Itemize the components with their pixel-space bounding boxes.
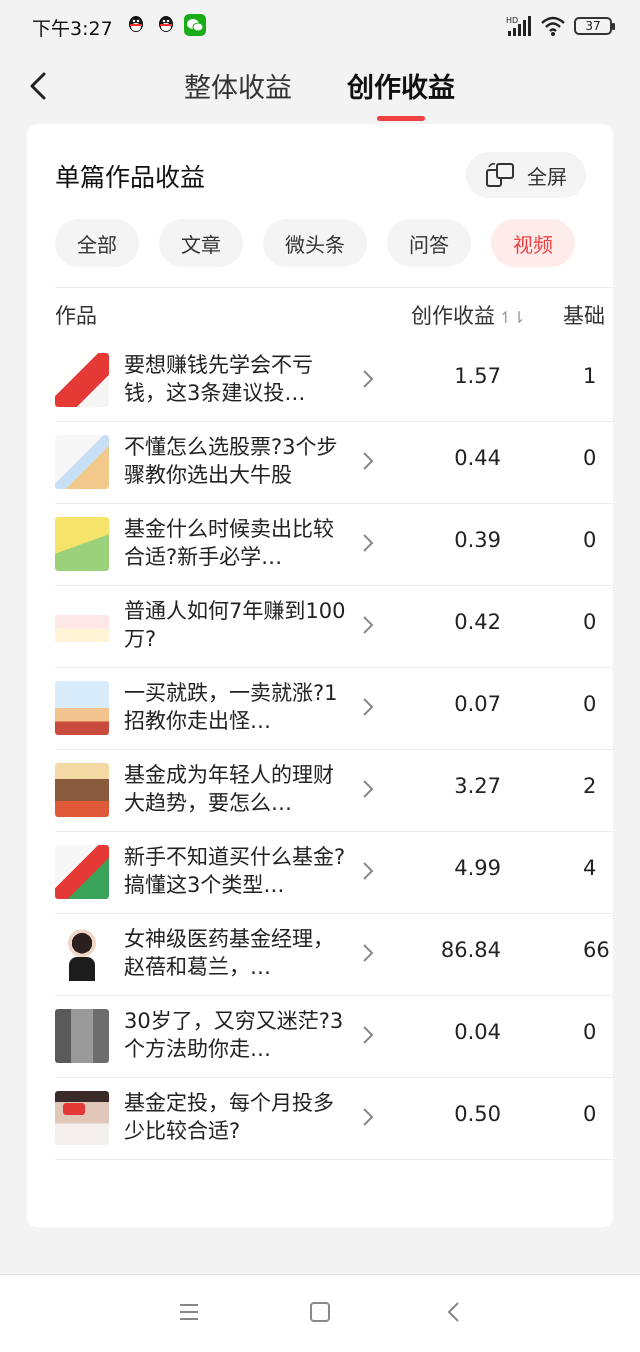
filter-article[interactable]: 文章: [159, 219, 243, 267]
row-creative-earnings: 86.84: [440, 938, 501, 962]
table-row[interactable]: 普通人如何7年赚到100万? 0.42 0: [55, 586, 613, 668]
row-creative-earnings: 4.99: [454, 856, 501, 880]
video-thumbnail: [55, 927, 109, 981]
row-title: 要想赚钱先学会不亏钱，这3条建议投…: [124, 353, 313, 405]
chevron-right-icon: [363, 1026, 374, 1044]
table-row[interactable]: 基金什么时候卖出比较合适?新手必学… 0.39 0: [55, 504, 613, 586]
status-time: 下午3:27: [32, 18, 113, 40]
qq-icon: [159, 16, 173, 32]
video-thumbnail: [55, 599, 109, 653]
table-header: 作品 创作收益 ↿⇂ 基础: [55, 287, 613, 340]
row-title: 基金什么时候卖出比较合适?新手必学…: [124, 517, 334, 569]
tab-overall-earnings[interactable]: 整体收益: [184, 66, 292, 105]
home-square-icon[interactable]: [309, 1301, 331, 1323]
sort-icon: ↿⇂: [499, 308, 526, 327]
table-row[interactable]: 要想赚钱先学会不亏钱，这3条建议投… 1.57 1: [55, 340, 613, 422]
battery-indicator: 37: [574, 17, 615, 35]
table-row[interactable]: 不懂怎么选股票?3个步骤教你选出大牛股 0.44 0: [55, 422, 613, 504]
row-title: 基金定投，每个月投多少比较合适?: [124, 1091, 334, 1143]
column-header-work: 作品: [55, 304, 97, 328]
fullscreen-button[interactable]: 全屏: [466, 152, 586, 198]
row-base-earnings: 0: [583, 528, 597, 552]
row-base-earnings: 0: [583, 692, 597, 716]
table-row[interactable]: 30岁了，又穷又迷茫?3个方法助你走… 0.04 0: [55, 996, 613, 1078]
header: 整体收益 创作收益: [0, 52, 640, 122]
chevron-right-icon: [363, 862, 374, 880]
chevron-right-icon: [363, 780, 374, 798]
video-thumbnail: [55, 845, 109, 899]
row-title: 一买就跌，一卖就涨?1招教你走出怪…: [124, 681, 338, 733]
row-creative-earnings: 0.39: [454, 528, 501, 552]
row-base-earnings: 2: [583, 774, 597, 798]
chevron-right-icon: [363, 534, 374, 552]
fullscreen-label: 全屏: [527, 164, 567, 189]
row-creative-earnings: 0.07: [454, 692, 501, 716]
qq-icon: [129, 16, 143, 32]
tab-creative-earnings[interactable]: 创作收益: [347, 66, 455, 105]
chevron-right-icon: [363, 698, 374, 716]
row-title: 30岁了，又穷又迷茫?3个方法助你走…: [124, 1009, 344, 1061]
chevron-right-icon: [363, 616, 374, 634]
row-creative-earnings: 0.50: [454, 1102, 501, 1126]
system-navigation-bar: [0, 1274, 640, 1352]
wechat-icon: [184, 14, 206, 36]
row-title: 女神级医药基金经理，赵蓓和葛兰，…: [124, 927, 334, 979]
row-base-earnings: 0: [583, 1020, 597, 1044]
row-creative-earnings: 0.44: [454, 446, 501, 470]
system-back-icon[interactable]: [446, 1301, 462, 1323]
row-title: 基金成为年轻人的理财大趋势，要怎么…: [124, 763, 334, 815]
row-creative-earnings: 1.57: [454, 364, 501, 388]
table-row[interactable]: 一买就跌，一卖就涨?1招教你走出怪… 0.07 0: [55, 668, 613, 750]
menu-icon[interactable]: [178, 1301, 200, 1323]
table-row[interactable]: 基金定投，每个月投多少比较合适? 0.50 0: [55, 1078, 613, 1160]
row-base-earnings: 0: [583, 610, 597, 634]
row-base-earnings: 0: [583, 446, 597, 470]
row-base-earnings: 66: [583, 938, 610, 962]
video-thumbnail: [55, 763, 109, 817]
table-row[interactable]: 女神级医药基金经理，赵蓓和葛兰，… 86.84 66: [55, 914, 613, 996]
row-base-earnings: 0: [583, 1102, 597, 1126]
video-thumbnail: [55, 1091, 109, 1145]
filter-chips: 全部 文章 微头条 问答 视频: [55, 219, 575, 267]
chevron-right-icon: [363, 370, 374, 388]
signal-icon: HD: [506, 16, 531, 36]
row-base-earnings: 4: [583, 856, 597, 880]
fullscreen-rotate-icon: [486, 163, 514, 187]
filter-video[interactable]: 视频: [491, 219, 575, 267]
chevron-right-icon: [363, 1108, 374, 1126]
filter-qa[interactable]: 问答: [387, 219, 471, 267]
video-thumbnail: [55, 1009, 109, 1063]
video-thumbnail: [55, 435, 109, 489]
row-creative-earnings: 3.27: [454, 774, 501, 798]
filter-all[interactable]: 全部: [55, 219, 139, 267]
chevron-right-icon: [363, 944, 374, 962]
wifi-icon: [541, 16, 565, 36]
column-header-creative-label: 创作收益: [411, 304, 495, 328]
filter-micro-post[interactable]: 微头条: [263, 219, 367, 267]
row-creative-earnings: 0.04: [454, 1020, 501, 1044]
video-thumbnail: [55, 353, 109, 407]
earnings-card: 单篇作品收益 全屏 全部 文章 微头条 问答 视频 作品 创作收益 ↿⇂ 基础 要…: [27, 124, 613, 1227]
back-arrow-icon[interactable]: [26, 68, 54, 104]
chevron-right-icon: [363, 452, 374, 470]
row-title: 不懂怎么选股票?3个步骤教你选出大牛股: [124, 435, 338, 487]
row-creative-earnings: 0.42: [454, 610, 501, 634]
card-title: 单篇作品收益: [55, 163, 206, 192]
table-row[interactable]: 基金成为年轻人的理财大趋势，要怎么… 3.27 2: [55, 750, 613, 832]
svg-text:HD: HD: [506, 16, 518, 25]
row-base-earnings: 1: [583, 364, 597, 388]
row-title: 新手不知道买什么基金?搞懂这3个类型…: [124, 845, 346, 897]
column-header-creative-earnings[interactable]: 创作收益 ↿⇂: [411, 300, 526, 330]
column-header-base-earnings: 基础: [563, 304, 605, 328]
row-title: 普通人如何7年赚到100万?: [124, 599, 346, 651]
table-row[interactable]: 新手不知道买什么基金?搞懂这3个类型… 4.99 4: [55, 832, 613, 914]
active-tab-indicator: [377, 116, 425, 121]
video-thumbnail: [55, 681, 109, 735]
earnings-table: 要想赚钱先学会不亏钱，这3条建议投… 1.57 1 不懂怎么选股票?3个步骤教你…: [55, 340, 613, 1160]
status-bar: 下午3:27 HD 37: [0, 0, 640, 52]
video-thumbnail: [55, 517, 109, 571]
